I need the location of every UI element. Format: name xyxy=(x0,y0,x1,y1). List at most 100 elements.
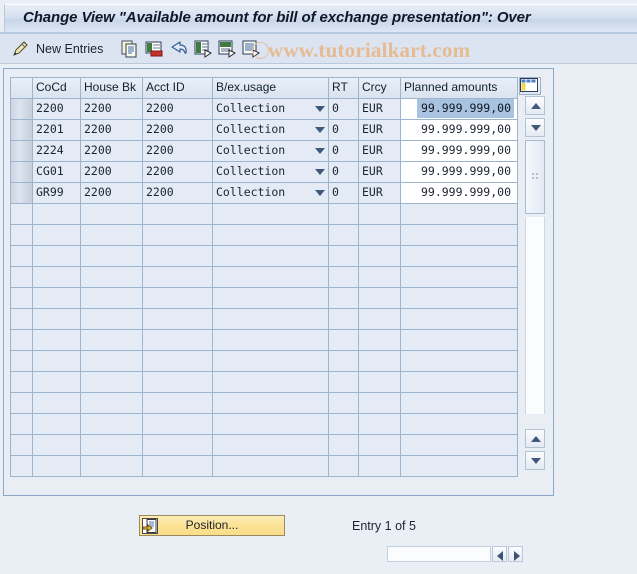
cell-planned-amount-empty[interactable] xyxy=(401,351,518,372)
cell-cocd[interactable]: GR99 xyxy=(33,183,81,204)
scroll-page-up-button[interactable] xyxy=(525,429,545,448)
column-header-planned-amounts[interactable]: Planned amounts xyxy=(401,78,518,99)
table-row[interactable]: 2201 2200 2200 Collection 0 EUR 99.999.999,00 xyxy=(11,120,518,141)
cell-house-bank[interactable]: 2200 xyxy=(81,120,143,141)
cell-bex-usage-empty[interactable] xyxy=(213,204,329,225)
cell-cocd-empty[interactable] xyxy=(33,204,81,225)
table-row[interactable]: 2200 2200 2200 Collection 0 EUR 99.999.999,00 xyxy=(11,99,518,120)
cell-acct-id[interactable]: 2200 xyxy=(143,162,213,183)
cell-planned-amount-empty[interactable] xyxy=(401,225,518,246)
cell-planned-amount[interactable]: 99.999.999,00 xyxy=(401,162,518,183)
cell-cocd[interactable]: 2224 xyxy=(33,141,81,162)
cell-cocd-empty[interactable] xyxy=(33,288,81,309)
row-select-button[interactable] xyxy=(11,99,33,120)
cell-crcy[interactable]: EUR xyxy=(359,183,401,204)
cell-house-bank-empty[interactable] xyxy=(81,246,143,267)
cell-planned-amount-empty[interactable] xyxy=(401,204,518,225)
deselect-all-button[interactable] xyxy=(218,38,236,60)
cell-house-bank[interactable]: 2200 xyxy=(81,162,143,183)
cell-cocd[interactable]: 2201 xyxy=(33,120,81,141)
scroll-up-button[interactable] xyxy=(525,96,545,115)
cell-house-bank[interactable]: 2200 xyxy=(81,141,143,162)
column-header-house-bank[interactable]: House Bk xyxy=(81,78,143,99)
row-select-button[interactable] xyxy=(11,393,33,414)
table-row-empty[interactable] xyxy=(11,267,518,288)
cell-bex-usage-empty[interactable] xyxy=(213,456,329,477)
column-header-cocd[interactable]: CoCd xyxy=(33,78,81,99)
select-all-column-header[interactable] xyxy=(11,78,33,99)
cell-bex-usage-empty[interactable] xyxy=(213,435,329,456)
cell-rt-empty[interactable] xyxy=(329,414,359,435)
cell-acct-id-empty[interactable] xyxy=(143,351,213,372)
cell-bex-usage-empty[interactable] xyxy=(213,246,329,267)
cell-crcy-empty[interactable] xyxy=(359,393,401,414)
row-select-button[interactable] xyxy=(11,372,33,393)
chevron-down-icon[interactable] xyxy=(315,106,325,112)
cell-acct-id-empty[interactable] xyxy=(143,267,213,288)
column-header-bex-usage[interactable]: B/ex.usage xyxy=(213,78,329,99)
table-row-empty[interactable] xyxy=(11,456,518,477)
table-row-empty[interactable] xyxy=(11,372,518,393)
new-entries-button[interactable]: New Entries xyxy=(36,38,103,60)
cell-bex-usage[interactable]: Collection xyxy=(213,141,329,162)
cell-acct-id-empty[interactable] xyxy=(143,435,213,456)
horizontal-scroll-track[interactable] xyxy=(387,546,491,562)
cell-rt-empty[interactable] xyxy=(329,456,359,477)
cell-bex-usage[interactable]: Collection xyxy=(213,162,329,183)
cell-cocd-empty[interactable] xyxy=(33,225,81,246)
table-row-empty[interactable] xyxy=(11,288,518,309)
cell-bex-usage-empty[interactable] xyxy=(213,414,329,435)
cell-cocd-empty[interactable] xyxy=(33,393,81,414)
cell-acct-id-empty[interactable] xyxy=(143,393,213,414)
cell-acct-id[interactable]: 2200 xyxy=(143,120,213,141)
cell-house-bank[interactable]: 2200 xyxy=(81,183,143,204)
cell-planned-amount[interactable]: 99.999.999,00 xyxy=(401,141,518,162)
cell-rt-empty[interactable] xyxy=(329,246,359,267)
cell-crcy-empty[interactable] xyxy=(359,246,401,267)
row-select-button[interactable] xyxy=(11,183,33,204)
cell-cocd-empty[interactable] xyxy=(33,456,81,477)
table-row-empty[interactable] xyxy=(11,435,518,456)
cell-rt-empty[interactable] xyxy=(329,225,359,246)
cell-bex-usage[interactable]: Collection xyxy=(213,99,329,120)
cell-rt[interactable]: 0 xyxy=(329,141,359,162)
cell-bex-usage-empty[interactable] xyxy=(213,393,329,414)
cell-house-bank-empty[interactable] xyxy=(81,330,143,351)
cell-planned-amount-empty[interactable] xyxy=(401,267,518,288)
scroll-page-down-button[interactable] xyxy=(525,451,545,470)
cell-cocd-empty[interactable] xyxy=(33,267,81,288)
cell-rt-empty[interactable] xyxy=(329,288,359,309)
cell-cocd-empty[interactable] xyxy=(33,351,81,372)
cell-rt-empty[interactable] xyxy=(329,330,359,351)
cell-house-bank-empty[interactable] xyxy=(81,225,143,246)
cell-bex-usage-empty[interactable] xyxy=(213,351,329,372)
table-row[interactable]: GR99 2200 2200 Collection 0 EUR 99.999.999,00 xyxy=(11,183,518,204)
cell-crcy-empty[interactable] xyxy=(359,309,401,330)
cell-bex-usage-empty[interactable] xyxy=(213,330,329,351)
row-select-button[interactable] xyxy=(11,330,33,351)
chevron-down-icon[interactable] xyxy=(315,148,325,154)
cell-rt-empty[interactable] xyxy=(329,204,359,225)
row-select-button[interactable] xyxy=(11,351,33,372)
row-select-button[interactable] xyxy=(11,225,33,246)
cell-crcy-empty[interactable] xyxy=(359,435,401,456)
cell-acct-id-empty[interactable] xyxy=(143,204,213,225)
cell-rt-empty[interactable] xyxy=(329,267,359,288)
row-select-button[interactable] xyxy=(11,288,33,309)
cell-rt-empty[interactable] xyxy=(329,309,359,330)
cell-rt-empty[interactable] xyxy=(329,351,359,372)
cell-planned-amount-empty[interactable] xyxy=(401,246,518,267)
table-row-empty[interactable] xyxy=(11,393,518,414)
cell-bex-usage[interactable]: Collection xyxy=(213,120,329,141)
row-select-button[interactable] xyxy=(11,162,33,183)
cell-planned-amount-empty[interactable] xyxy=(401,435,518,456)
table-row[interactable]: 2224 2200 2200 Collection 0 EUR 99.999.999,00 xyxy=(11,141,518,162)
cell-rt-empty[interactable] xyxy=(329,435,359,456)
cell-planned-amount[interactable]: 99.999.999,00 xyxy=(401,183,518,204)
cell-rt-empty[interactable] xyxy=(329,393,359,414)
cell-house-bank-empty[interactable] xyxy=(81,414,143,435)
row-select-button[interactable] xyxy=(11,204,33,225)
cell-acct-id-empty[interactable] xyxy=(143,372,213,393)
cell-planned-amount-empty[interactable] xyxy=(401,288,518,309)
cell-rt[interactable]: 0 xyxy=(329,162,359,183)
